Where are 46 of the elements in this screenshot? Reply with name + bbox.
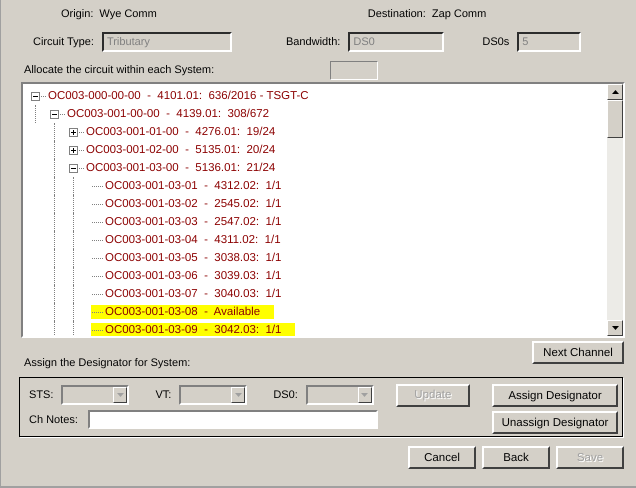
scroll-up-icon[interactable] — [612, 90, 618, 94]
tree-item[interactable]: OC003-001-03-06 - 3039.03: 1/1 — [103, 269, 284, 283]
field-label: Bandwidth: — [286, 36, 340, 48]
selector-label: VT: — [155, 389, 172, 401]
scroll-down-icon[interactable] — [612, 326, 618, 330]
tree-item[interactable]: OC003-001-03-00 - 5136.01: 21/24 — [84, 161, 278, 175]
dialog-button[interactable]: Cancel — [408, 446, 476, 469]
tree-item[interactable]: OC003-000-00-00 - 4101.01: 636/2016 - TSGT-C — [46, 89, 311, 103]
destination-value: Zap Comm — [432, 8, 486, 20]
destination-label: Destination: — [368, 8, 426, 20]
tree-item[interactable]: OC003-001-03-02 - 2545.02: 1/1 — [103, 197, 284, 211]
origin-label: Origin: — [61, 8, 94, 20]
tree-item[interactable]: OC003-001-03-01 - 4312.02: 1/1 — [103, 179, 284, 193]
unassign-designator-button[interactable]: Unassign Designator — [492, 411, 618, 434]
tree-item[interactable]: OC003-001-01-00 - 4276.01: 19/24 — [84, 125, 278, 139]
tree-item[interactable]: OC003-001-03-03 - 2547.02: 1/1 — [103, 215, 284, 229]
caret-icon — [234, 393, 242, 397]
assign-designator-button[interactable]: Assign Designator — [492, 384, 618, 407]
selector-label: STS: — [29, 389, 54, 401]
notes-label: Ch Notes: — [29, 414, 78, 426]
field-label: DS0s — [482, 36, 510, 48]
assign-label: Assign the Designator for System: — [24, 357, 190, 369]
notes-field[interactable] — [88, 410, 378, 429]
tree-item[interactable]: OC003-001-00-00 - 4139.01: 308/672 — [65, 107, 272, 121]
tree-item[interactable]: OC003-001-03-08 - Available — [91, 305, 274, 319]
collapse-icon[interactable] — [31, 92, 40, 100]
field-label: Circuit Type: — [33, 36, 94, 48]
caret-icon — [116, 393, 124, 397]
scroll-thumb[interactable] — [607, 100, 623, 138]
tree-item[interactable]: OC003-001-03-09 - 3042.03: 1/1 — [91, 323, 296, 336]
input-field[interactable] — [330, 60, 378, 80]
collapse-icon[interactable] — [69, 164, 78, 172]
tree-item[interactable]: OC003-001-02-00 - 5135.01: 20/24 — [84, 143, 278, 157]
scrollbar[interactable] — [607, 84, 623, 336]
collapse-icon[interactable] — [50, 110, 59, 118]
next-channel-button[interactable]: Next Channel — [532, 341, 624, 364]
allocate-label: Allocate the circuit within each System: — [24, 64, 214, 76]
tree-item[interactable]: OC003-001-03-04 - 4311.02: 1/1 — [103, 233, 283, 247]
selector-label: DS0: — [273, 389, 298, 401]
tree-item[interactable]: OC003-001-03-07 - 3040.03: 1/1 — [103, 287, 284, 301]
expand-icon[interactable] — [69, 128, 78, 136]
expand-icon[interactable] — [69, 146, 78, 154]
caret-icon — [361, 393, 368, 397]
dialog-button[interactable]: Back — [482, 446, 550, 469]
tree-item[interactable]: OC003-001-03-05 - 3038.03: 1/1 — [103, 251, 284, 265]
origin-value: Wye Comm — [99, 8, 157, 20]
